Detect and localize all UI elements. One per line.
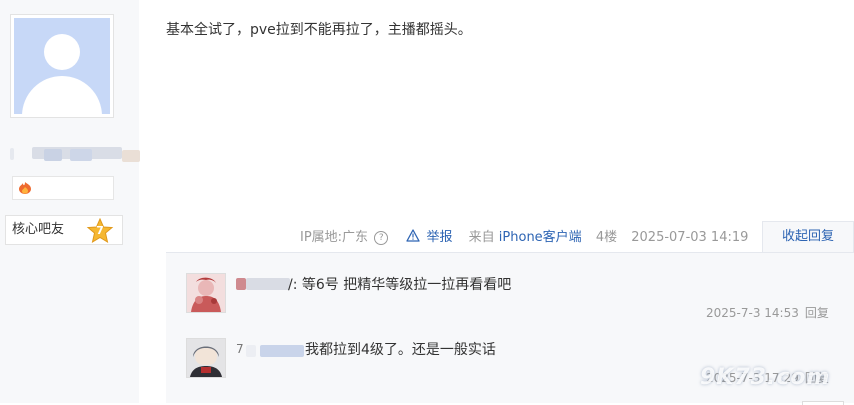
reply-time: 2025-7-3 14:53 (706, 306, 799, 320)
reply-message: 我都拉到4级了。还是一般实话 (305, 342, 496, 358)
reply-timestamp-row: 2025-7-3 14:53 回复 (706, 305, 829, 321)
warning-icon[interactable] (406, 228, 420, 242)
reply-username-redacted[interactable] (236, 277, 290, 291)
level-badge[interactable] (12, 176, 114, 200)
level-flame-icon (19, 182, 31, 194)
site-watermark: 9K73.com (700, 365, 831, 390)
author-avatar[interactable] (10, 14, 114, 118)
collapse-replies-button[interactable]: 收起回复 (762, 221, 854, 252)
reply-text: /: 等6号 把精华等级拉一拉再看看吧 (288, 275, 511, 295)
rank-star-icon: 7 (86, 217, 114, 244)
default-avatar-icon (14, 18, 110, 114)
reply-input-edge[interactable] (802, 401, 844, 405)
post-content: 基本全试了，pve拉到不能再拉了，主播都摇头。 (166, 22, 472, 38)
report-link[interactable]: 举报 (426, 228, 452, 248)
floor-number: 4楼 (595, 230, 618, 245)
help-icon[interactable]: ? (374, 231, 389, 245)
post-meta-bar: IP属地:广东 ? 举报 来自 iPhone客户端 4楼 2025-07-03 … (300, 228, 748, 248)
source-prefix: 来自 (468, 230, 495, 245)
ip-location: IP属地:广东 (300, 230, 369, 245)
author-sidebar: 核心吧友 7 (0, 0, 140, 403)
reply-text: 我都拉到4级了。还是一般实话 (305, 340, 496, 360)
reply-avatar[interactable] (186, 338, 226, 378)
client-source-link[interactable]: iPhone客户端 (499, 228, 582, 248)
post-datetime: 2025-07-03 14:19 (631, 230, 749, 245)
member-rank-badge[interactable]: 核心吧友 7 (5, 215, 123, 245)
author-name-redacted[interactable] (10, 146, 140, 162)
reply-avatar[interactable] (186, 273, 226, 313)
reply-username-redacted[interactable]: 7 (236, 342, 304, 358)
reply-name-prefix: 7 (236, 342, 244, 356)
reply-message: 等6号 把精华等级拉一拉再看看吧 (297, 277, 512, 293)
reply-button[interactable]: 回复 (805, 306, 829, 320)
rank-label: 核心吧友 (12, 222, 65, 237)
rank-level: 7 (96, 224, 104, 237)
